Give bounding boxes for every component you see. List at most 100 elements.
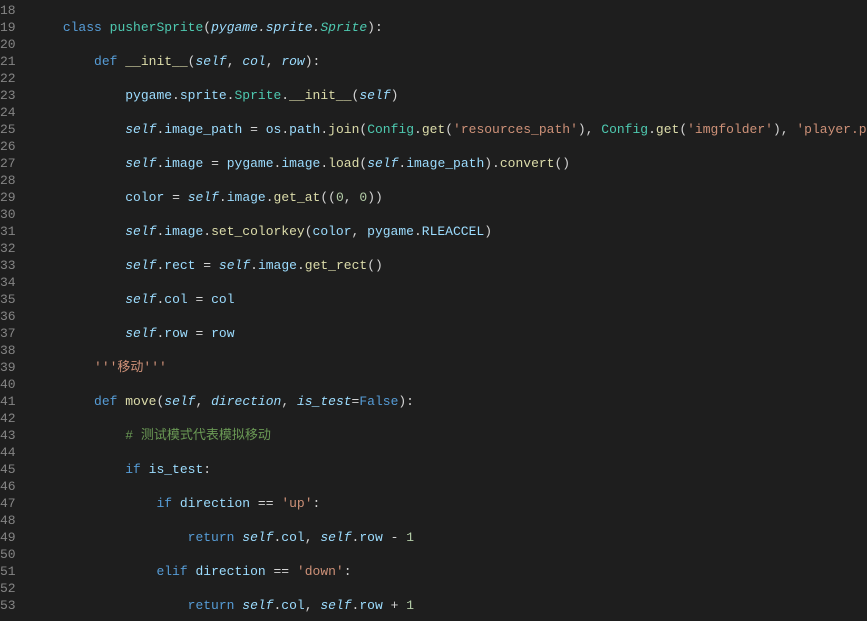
var-self: self	[125, 224, 156, 239]
keyword-if: if	[125, 462, 141, 477]
code-line: elif direction == 'down':	[32, 563, 867, 580]
line-number: 32	[0, 240, 16, 257]
param-row: row	[281, 54, 304, 69]
fn-get: get	[656, 122, 679, 137]
line-number: 18	[0, 2, 16, 19]
line-number: 33	[0, 257, 16, 274]
line-number: 38	[0, 342, 16, 359]
line-number: 20	[0, 36, 16, 53]
line-number: 31	[0, 223, 16, 240]
number: 1	[406, 598, 414, 613]
var-self: self	[125, 122, 156, 137]
param-col: col	[242, 54, 265, 69]
attr-row: row	[359, 530, 382, 545]
code-editor[interactable]: 1819202122232425262728293031323334353637…	[0, 0, 867, 621]
line-number: 37	[0, 325, 16, 342]
line-number: 29	[0, 189, 16, 206]
string-literal: 'up'	[281, 496, 312, 511]
fn-init: __init__	[125, 54, 187, 69]
param-is-test: is_test	[297, 394, 352, 409]
var-self: self	[367, 156, 398, 171]
fn-set-colorkey: set_colorkey	[211, 224, 305, 239]
var-pygame: pygame	[367, 224, 414, 239]
code-line: # 测试模式代表模拟移动	[32, 427, 867, 444]
var-self: self	[219, 258, 250, 273]
class-config: Config	[601, 122, 648, 137]
line-number: 45	[0, 461, 16, 478]
param-self: self	[164, 394, 195, 409]
line-number-gutter: 1819202122232425262728293031323334353637…	[0, 0, 28, 621]
fn-convert: convert	[500, 156, 555, 171]
attr-image-path: image_path	[164, 122, 242, 137]
line-number: 39	[0, 359, 16, 376]
attr-path: path	[289, 122, 320, 137]
code-line: self.image = pygame.image.load(self.imag…	[32, 155, 867, 172]
arg-self: self	[359, 88, 390, 103]
number: 0	[336, 190, 344, 205]
code-line: self.rect = self.image.get_rect()	[32, 257, 867, 274]
attr-image-path: image_path	[406, 156, 484, 171]
var-self: self	[320, 530, 351, 545]
attr-image: image	[281, 156, 320, 171]
attr-sprite: sprite	[180, 88, 227, 103]
line-number: 28	[0, 172, 16, 189]
keyword-class: class	[63, 20, 102, 35]
var-self: self	[125, 156, 156, 171]
fn-get-rect: get_rect	[305, 258, 367, 273]
line-number: 25	[0, 121, 16, 138]
code-line: def __init__(self, col, row):	[32, 53, 867, 70]
var-self: self	[125, 292, 156, 307]
line-number: 46	[0, 478, 16, 495]
line-number: 35	[0, 291, 16, 308]
keyword-def: def	[94, 54, 117, 69]
line-number: 22	[0, 70, 16, 87]
code-line: '''移动'''	[32, 359, 867, 376]
var-row: row	[211, 326, 234, 341]
line-number: 19	[0, 19, 16, 36]
fn-get: get	[422, 122, 445, 137]
line-number: 48	[0, 512, 16, 529]
code-line: class pusherSprite(pygame.sprite.Sprite)…	[32, 19, 867, 36]
attr-image: image	[258, 258, 297, 273]
attr-col: col	[164, 292, 187, 307]
line-number: 21	[0, 53, 16, 70]
attr-row: row	[359, 598, 382, 613]
code-area[interactable]: class pusherSprite(pygame.sprite.Sprite)…	[28, 0, 867, 621]
fn-init: __init__	[289, 88, 351, 103]
attr-col: col	[281, 530, 304, 545]
line-number: 47	[0, 495, 16, 512]
string-literal: 'player.png'	[796, 122, 867, 137]
var-self: self	[125, 326, 156, 341]
string-literal: 'down'	[297, 564, 344, 579]
attr-row: row	[164, 326, 187, 341]
var-self: self	[242, 598, 273, 613]
code-line: def move(self, direction, is_test=False)…	[32, 393, 867, 410]
code-line: self.image.set_colorkey(color, pygame.RL…	[32, 223, 867, 240]
class-sprite: Sprite	[234, 88, 281, 103]
code-line: return self.col, self.row + 1	[32, 597, 867, 614]
string-literal: 'imgfolder'	[687, 122, 773, 137]
line-number: 42	[0, 410, 16, 427]
attr-col: col	[281, 598, 304, 613]
module-pygame: pygame	[211, 20, 258, 35]
const-rleaccel: RLEACCEL	[422, 224, 484, 239]
code-line: if is_test:	[32, 461, 867, 478]
class-name: pusherSprite	[110, 20, 204, 35]
line-number: 30	[0, 206, 16, 223]
line-number: 50	[0, 546, 16, 563]
keyword-def: def	[94, 394, 117, 409]
fn-join: join	[328, 122, 359, 137]
code-line: self.image_path = os.path.join(Config.ge…	[32, 121, 867, 138]
line-number: 26	[0, 138, 16, 155]
var-direction: direction	[180, 496, 250, 511]
keyword-elif: elif	[156, 564, 187, 579]
line-number: 40	[0, 376, 16, 393]
keyword-if: if	[156, 496, 172, 511]
fn-get-at: get_at	[274, 190, 321, 205]
var-os: os	[266, 122, 282, 137]
line-number: 24	[0, 104, 16, 121]
var-is-test: is_test	[149, 462, 204, 477]
var-color: color	[313, 224, 352, 239]
attr-rect: rect	[164, 258, 195, 273]
comment: # 测试模式代表模拟移动	[125, 428, 271, 443]
